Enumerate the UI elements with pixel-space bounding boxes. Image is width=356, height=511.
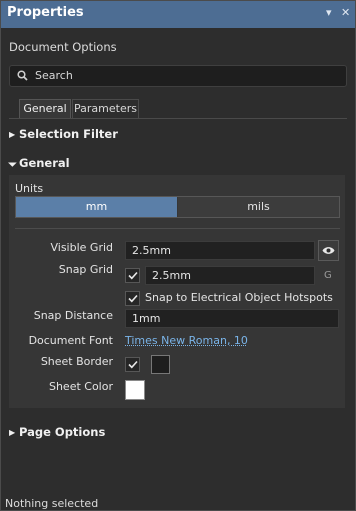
visible-grid-toggle-button[interactable]	[318, 240, 339, 261]
units-toggle[interactable]: mm mils	[15, 196, 340, 218]
tab-divider	[9, 118, 347, 119]
search-box[interactable]	[9, 65, 347, 87]
close-button[interactable]: ✕	[341, 6, 350, 19]
units-mils-option[interactable]: mils	[178, 197, 339, 217]
units-label: Units	[15, 182, 44, 195]
snap-grid-shortcut: G	[324, 270, 332, 281]
section-label: Selection Filter	[19, 127, 118, 141]
panel-menu-button[interactable]: ▾	[326, 6, 332, 19]
checkmark-icon	[128, 294, 138, 303]
status-text: Nothing selected	[5, 497, 99, 510]
document-font-label: Document Font	[28, 334, 113, 347]
checkmark-icon	[128, 360, 138, 369]
divider	[15, 228, 340, 229]
sheet-border-color-swatch[interactable]	[151, 355, 170, 374]
section-page-options[interactable]: ▶ Page Options	[9, 425, 105, 439]
visible-grid-input[interactable]: 2.5mm	[125, 241, 315, 260]
snap-hotspots-checkbox[interactable]	[125, 291, 140, 306]
snap-distance-label: Snap Distance	[33, 309, 113, 322]
snap-grid-input[interactable]: 2.5mm	[145, 266, 315, 285]
tab-parameters[interactable]: Parameters	[72, 99, 139, 118]
eye-icon	[322, 247, 335, 254]
section-general[interactable]: ◢General	[7, 156, 70, 170]
expand-arrow-icon: ▶	[9, 428, 16, 437]
search-icon	[17, 70, 28, 81]
sheet-border-checkbox[interactable]	[125, 357, 140, 372]
visible-grid-label: Visible Grid	[50, 241, 113, 254]
document-options-heading: Document Options	[9, 40, 117, 54]
sheet-color-label: Sheet Color	[48, 380, 113, 393]
snap-distance-input[interactable]: 1mm	[125, 309, 339, 328]
tab-general[interactable]: General	[19, 99, 71, 118]
section-label: Page Options	[19, 425, 106, 439]
title-bar: Properties ▾ ✕	[0, 0, 356, 28]
sheet-color-swatch[interactable]	[125, 380, 145, 400]
checkmark-icon	[128, 271, 138, 280]
snap-grid-checkbox[interactable]	[125, 268, 140, 283]
expand-arrow-icon: ▶	[9, 130, 16, 139]
snap-hotspots-label: Snap to Electrical Object Hotspots	[145, 291, 333, 304]
section-selection-filter[interactable]: ▶ Selection Filter	[9, 127, 118, 141]
snap-grid-label: Snap Grid	[58, 263, 113, 276]
search-input[interactable]	[35, 67, 335, 84]
section-label: General	[19, 156, 70, 170]
document-font-link[interactable]: Times New Roman, 10	[125, 334, 248, 347]
panel-title: Properties	[7, 5, 84, 20]
sheet-border-label: Sheet Border	[40, 355, 113, 368]
units-mm-option[interactable]: mm	[16, 197, 177, 217]
